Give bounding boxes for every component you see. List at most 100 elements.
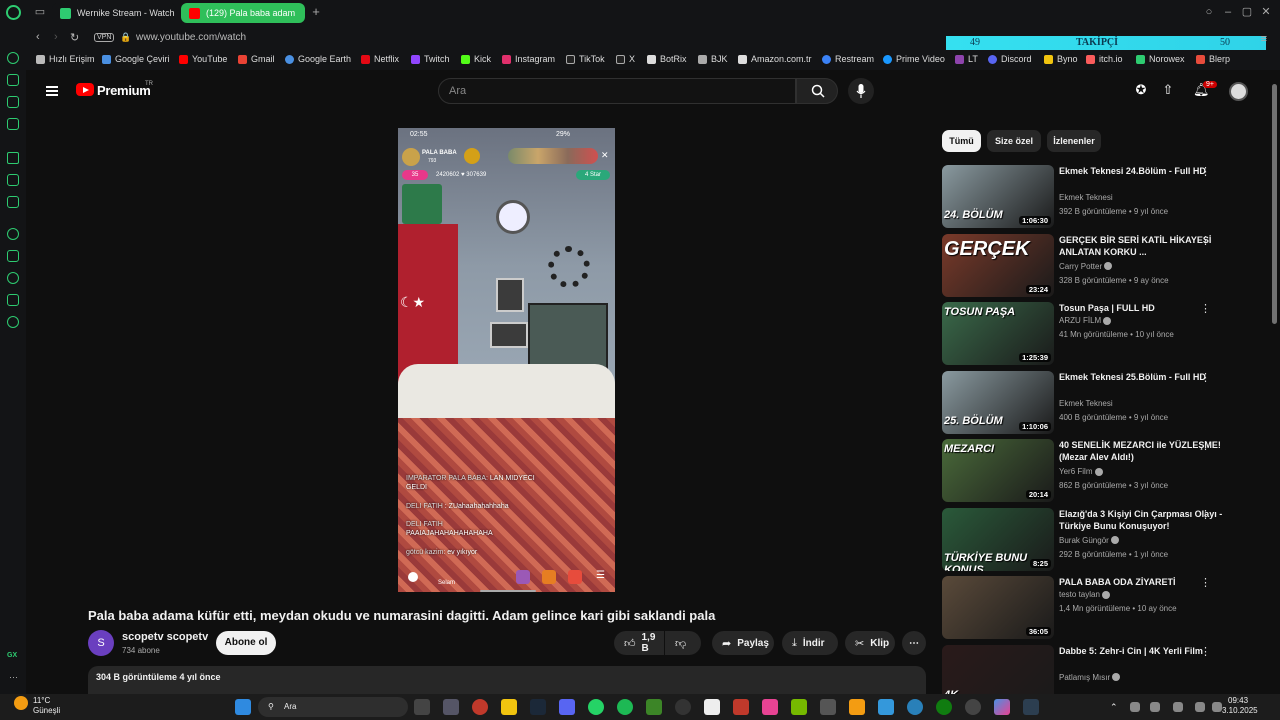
- bookmark-item[interactable]: Amazon.com.tr: [738, 54, 812, 64]
- twitch-icon[interactable]: [7, 174, 19, 186]
- recommended-channel[interactable]: Carry Potter: [1059, 262, 1113, 271]
- nvidia-icon[interactable]: [791, 699, 807, 715]
- subscribe-button[interactable]: Abone ol: [216, 631, 276, 655]
- x-icon[interactable]: [7, 196, 19, 208]
- bookmark-item[interactable]: Restream: [822, 54, 874, 64]
- close-window-icon[interactable]: ✕: [1260, 6, 1272, 18]
- recommended-channel[interactable]: testo taylan: [1059, 590, 1111, 599]
- video-thumbnail[interactable]: GERÇEK 23:24: [942, 233, 1054, 297]
- recommended-video[interactable]: TOSUN PAŞA 1:25:39 Tosun Paşa | FULL HD ARZ…: [942, 302, 1252, 366]
- recommended-channel[interactable]: ARZU FİLM: [1059, 316, 1112, 325]
- search-tabs-icon[interactable]: ○: [1203, 6, 1215, 18]
- bookmark-item[interactable]: TikTok: [566, 54, 605, 64]
- xbox-icon[interactable]: [936, 699, 952, 715]
- forward-icon[interactable]: ›: [54, 31, 58, 43]
- channel-avatar[interactable]: S: [88, 630, 114, 656]
- tab-wernike[interactable]: Wernike Stream - Watch l: [52, 3, 176, 23]
- network-icon[interactable]: [1195, 702, 1205, 712]
- video-thumbnail[interactable]: 24. BÖLÜM 1:06:30: [942, 165, 1054, 228]
- bookmark-item[interactable]: Byno: [1044, 54, 1078, 64]
- player-icon[interactable]: [7, 228, 19, 240]
- bookmark-item[interactable]: Google Earth: [285, 54, 351, 64]
- search-input[interactable]: Ara: [438, 78, 796, 104]
- more-vert-icon[interactable]: ⋮: [1200, 165, 1211, 178]
- minecraft-icon[interactable]: [646, 699, 662, 715]
- minimize-icon[interactable]: –: [1222, 6, 1234, 18]
- bookmark-item[interactable]: Blerp: [1196, 54, 1230, 64]
- start-button-icon[interactable]: [235, 699, 251, 715]
- discord-taskbar-icon[interactable]: [559, 699, 575, 715]
- app-icon[interactable]: [878, 699, 894, 715]
- video-thumbnail[interactable]: MEZARCI 20:14: [942, 439, 1054, 502]
- file-explorer-icon[interactable]: [501, 699, 517, 715]
- tray-chevron-icon[interactable]: ⌃: [1110, 702, 1118, 713]
- video-thumbnail[interactable]: 36:05: [942, 576, 1054, 639]
- bookmark-item[interactable]: Instagram: [502, 54, 555, 64]
- more-actions-button[interactable]: ⋯: [902, 631, 926, 655]
- video-thumbnail[interactable]: TÜRKİYE BUNU KONUŞ 8:25: [942, 507, 1054, 571]
- keyboard-icon[interactable]: [1173, 702, 1183, 712]
- widgets-icon[interactable]: [443, 699, 459, 715]
- more-vert-icon[interactable]: ⋮: [1200, 576, 1211, 589]
- clock-time[interactable]: 09:43: [1228, 696, 1248, 705]
- clip-button[interactable]: ✂ Klip: [845, 631, 895, 655]
- spotify-icon[interactable]: [617, 699, 633, 715]
- recommended-video[interactable]: MEZARCI 20:14 40 SENELİK MEZARCI ile YÜZLE…: [942, 439, 1252, 503]
- pinboard-icon[interactable]: [7, 250, 19, 262]
- twitch-sidebar-icon[interactable]: [7, 96, 19, 108]
- tab-youtube-active[interactable]: (129) Pala baba adam: [181, 3, 305, 23]
- chip-for-you[interactable]: Size özel: [987, 130, 1041, 152]
- description-box[interactable]: 304 B görüntüleme 4 yıl önce: [88, 666, 926, 694]
- gx-control-icon[interactable]: [7, 74, 19, 86]
- recommended-channel[interactable]: Burak Güngör: [1059, 536, 1120, 545]
- app-icon[interactable]: [849, 699, 865, 715]
- opera-logo-icon[interactable]: [6, 5, 21, 20]
- tray-icon[interactable]: [1130, 702, 1140, 712]
- app-icon[interactable]: [675, 699, 691, 715]
- bookmark-item[interactable]: itch.io: [1086, 54, 1123, 64]
- steam-icon[interactable]: [530, 699, 546, 715]
- music-icon[interactable]: [7, 118, 19, 130]
- bookmark-item[interactable]: X: [616, 54, 635, 64]
- recommended-video[interactable]: 36:05 PALA BABA ODA ZİYARETİ testo taylan …: [942, 576, 1252, 640]
- app-icon[interactable]: [907, 699, 923, 715]
- share-button[interactable]: ➦ Paylaş: [712, 631, 774, 655]
- app-icon[interactable]: [820, 699, 836, 715]
- download-button[interactable]: ⤓ İndir: [782, 631, 838, 655]
- maximize-icon[interactable]: ▢: [1241, 6, 1253, 18]
- more-vert-icon[interactable]: ⋮: [1200, 302, 1211, 315]
- recommended-channel[interactable]: Ekmek Teknesi: [1059, 193, 1113, 202]
- recommended-channel[interactable]: Patlamış Mısır: [1059, 673, 1121, 682]
- app-icon[interactable]: [733, 699, 749, 715]
- bookmark-item[interactable]: Gmail: [238, 54, 275, 64]
- menu-icon[interactable]: [46, 86, 58, 96]
- bookmark-item[interactable]: BotRix: [647, 54, 687, 64]
- bookmark-item[interactable]: Twitch: [411, 54, 450, 64]
- video-player[interactable]: 02:55 29% PALA BABA 793 ✕ 35 2420602 ♥ 3…: [398, 128, 615, 592]
- search-button[interactable]: [796, 78, 838, 104]
- create-upload-icon[interactable]: ⇧: [1161, 83, 1175, 97]
- bookmark-item[interactable]: Netflix: [361, 54, 399, 64]
- like-button[interactable]: 👍︎ 1,9 B: [614, 631, 664, 655]
- task-view-icon[interactable]: [414, 699, 430, 715]
- new-tab-icon[interactable]: +: [310, 5, 322, 18]
- opera-gx-taskbar-icon[interactable]: [472, 699, 488, 715]
- copilot-icon[interactable]: [994, 699, 1010, 715]
- chip-watched[interactable]: İzlenenler: [1047, 130, 1101, 152]
- browser-menu-icon[interactable]: ≡: [1258, 33, 1270, 45]
- history-icon[interactable]: [7, 272, 19, 284]
- more-icon[interactable]: ⋯: [9, 672, 18, 683]
- dislike-button[interactable]: 👎︎: [665, 631, 701, 655]
- messenger-icon[interactable]: [7, 152, 19, 164]
- volume-icon[interactable]: [1212, 702, 1222, 712]
- recommended-video[interactable]: TÜRKİYE BUNU KONUŞ 8:25 Elazığ'da 3 Kişiyi…: [942, 507, 1252, 572]
- taskbar-search[interactable]: ⚲ Ara: [258, 697, 408, 717]
- cast-extension-icon[interactable]: ✪: [1134, 83, 1148, 97]
- tray-icon[interactable]: [1150, 702, 1160, 712]
- settings-icon[interactable]: [7, 316, 19, 328]
- video-thumbnail[interactable]: TOSUN PAŞA 1:25:39: [942, 302, 1054, 365]
- weather-icon[interactable]: [14, 696, 28, 710]
- page-scrollbar[interactable]: [1272, 84, 1277, 324]
- url-input[interactable]: www.youtube.com/watch: [136, 32, 246, 43]
- recommended-channel[interactable]: Yer6 Film: [1059, 467, 1103, 476]
